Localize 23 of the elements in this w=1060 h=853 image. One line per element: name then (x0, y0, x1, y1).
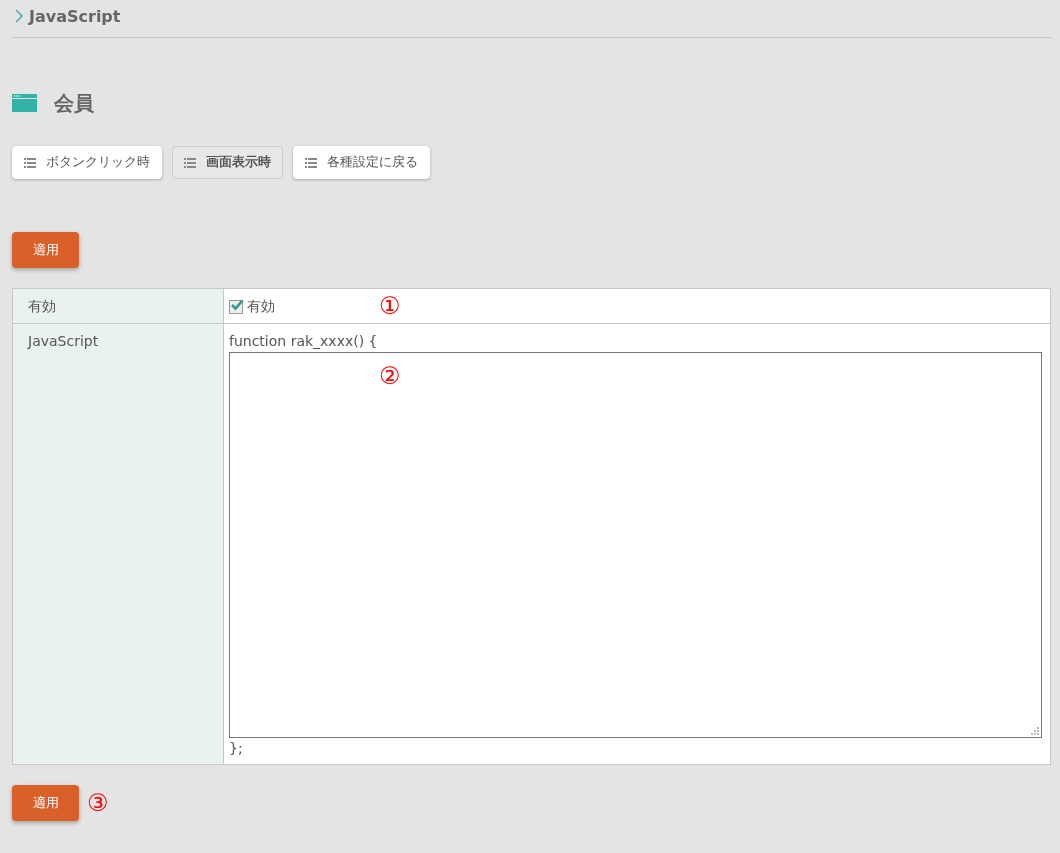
breadcrumb-link[interactable]: JavaScript (29, 6, 121, 26)
code-text: function rak_xxxx() { (229, 333, 379, 349)
list-icon (184, 157, 196, 168)
row-label: 有効 (28, 298, 56, 314)
tab[interactable]: 各種設定に戻る (293, 146, 430, 179)
tab[interactable]: ボタンクリック時 (12, 146, 162, 179)
resize-grip-icon (1031, 727, 1039, 735)
list-icon (24, 157, 36, 168)
code-editor-field[interactable] (229, 352, 1042, 738)
annotation-number: ② (379, 364, 401, 388)
tab[interactable]: 画面表示時 (172, 146, 283, 179)
row-label: JavaScript (28, 333, 99, 349)
code-text: }; (229, 740, 244, 756)
checkbox[interactable] (229, 300, 243, 314)
window-icon (12, 94, 37, 112)
annotation-number: ③ (87, 791, 109, 815)
checkbox-label: 有効 (247, 298, 275, 316)
page-title: 会員 (54, 89, 94, 117)
list-icon (305, 157, 317, 168)
apply-button[interactable]: 適用 (12, 232, 79, 268)
chevron-icon (15, 9, 23, 23)
annotation-number: ① (379, 294, 401, 318)
apply-button[interactable]: 適用 (12, 785, 79, 821)
